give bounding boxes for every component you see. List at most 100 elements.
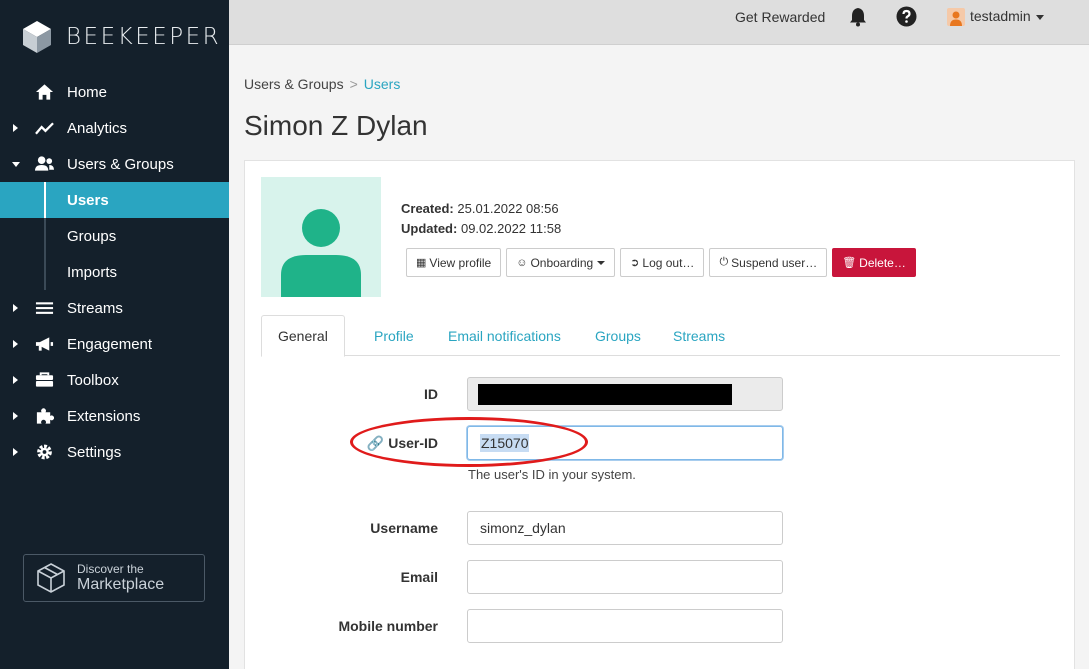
sidebar-item-label: Users & Groups bbox=[67, 155, 174, 173]
sign-out-icon: ➲ bbox=[630, 257, 640, 269]
action-buttons: ▦ View profile ☺ Onboarding ➲ Log out… ⏻ Sus… bbox=[406, 248, 916, 277]
sidebar-item-label: Settings bbox=[67, 443, 122, 461]
tab-groups[interactable]: Groups bbox=[579, 315, 657, 356]
breadcrumb-current[interactable]: Users bbox=[364, 76, 401, 92]
get-rewarded-link[interactable]: Get Rewarded bbox=[735, 9, 825, 25]
sidebar-item-extensions[interactable]: Extensions bbox=[0, 398, 229, 434]
power-icon: ⏻ bbox=[719, 256, 729, 268]
sidebar-item-engagement[interactable]: Engagement bbox=[0, 326, 229, 362]
marketplace-caption: Discover the bbox=[77, 562, 144, 576]
userid-help-text: The user's ID in your system. bbox=[468, 467, 636, 482]
sidebar: BEEKEEPER Home Analytics Users & Groups … bbox=[0, 0, 229, 669]
sidebar-item-analytics[interactable]: Analytics bbox=[0, 110, 229, 146]
user-avatar-icon bbox=[950, 11, 962, 26]
chevron-down-icon bbox=[12, 162, 20, 167]
marketplace-title: Marketplace bbox=[77, 576, 165, 593]
updated-value: 09.02.2022 11:58 bbox=[460, 221, 562, 236]
created-label: Created: bbox=[401, 201, 454, 216]
chevron-right-icon bbox=[13, 124, 18, 132]
suspend-label: Suspend user… bbox=[731, 255, 818, 270]
profile-avatar bbox=[261, 177, 381, 297]
analytics-icon bbox=[35, 122, 54, 135]
view-profile-label: View profile bbox=[429, 255, 492, 270]
breadcrumb-parent[interactable]: Users & Groups bbox=[244, 76, 344, 92]
updated-label: Updated: bbox=[401, 221, 458, 236]
profile-meta: Created: 25.01.2022 08:56 Updated: 09.02… bbox=[401, 199, 561, 239]
sidebar-item-label: Engagement bbox=[67, 335, 153, 353]
logout-label: Log out… bbox=[642, 255, 695, 270]
email-label: Email bbox=[400, 569, 438, 585]
delete-label: Delete… bbox=[859, 255, 906, 270]
onboarding-button[interactable]: ☺ Onboarding bbox=[506, 248, 616, 277]
sidebar-item-label: Extensions bbox=[67, 407, 141, 425]
user-menu[interactable]: testadmin bbox=[970, 8, 1031, 24]
sidebar-item-imports[interactable]: Imports bbox=[0, 254, 229, 290]
sidebar-item-users-groups[interactable]: Users & Groups bbox=[0, 146, 229, 182]
sidebar-item-label: Analytics bbox=[67, 119, 128, 137]
external-link-icon: ▦ bbox=[416, 257, 427, 269]
created-value: 25.01.2022 08:56 bbox=[457, 201, 559, 216]
sidebar-item-users[interactable]: Users bbox=[0, 182, 229, 218]
tab-streams[interactable]: Streams bbox=[657, 315, 741, 356]
help-icon[interactable] bbox=[896, 6, 917, 27]
sidebar-item-label: Groups bbox=[67, 227, 117, 245]
trash-icon: 🗑 bbox=[842, 257, 857, 269]
users-icon bbox=[35, 156, 54, 171]
sidebar-item-groups[interactable]: Groups bbox=[0, 218, 229, 254]
bell-icon[interactable] bbox=[848, 7, 868, 27]
sidebar-item-home[interactable]: Home bbox=[0, 74, 229, 110]
sidebar-nav: Home Analytics Users & Groups Users Grou… bbox=[0, 74, 229, 470]
chevron-right-icon bbox=[13, 448, 18, 456]
marketplace-button[interactable]: Discover the Marketplace bbox=[23, 554, 205, 602]
puzzle-icon bbox=[36, 408, 54, 424]
chevron-down-icon bbox=[597, 260, 606, 265]
highlight-ellipse bbox=[350, 417, 588, 467]
home-icon bbox=[35, 84, 54, 100]
sidebar-item-settings[interactable]: Settings bbox=[0, 434, 229, 470]
username-label: Username bbox=[370, 520, 438, 536]
beekeeper-logo-icon bbox=[23, 21, 51, 53]
user-avatar[interactable] bbox=[947, 8, 965, 26]
megaphone-icon bbox=[35, 337, 54, 351]
mobile-label: Mobile number bbox=[338, 618, 438, 634]
user-silhouette-icon bbox=[281, 209, 361, 297]
tab-bar: General Profile Email notifications Grou… bbox=[261, 315, 1060, 357]
username-input[interactable] bbox=[467, 511, 783, 545]
chevron-right-icon bbox=[13, 412, 18, 420]
redacted-id-value bbox=[478, 384, 732, 405]
suspend-user-button[interactable]: ⏻ Suspend user… bbox=[709, 248, 828, 277]
onboarding-label: Onboarding bbox=[530, 255, 594, 270]
chevron-right-icon bbox=[13, 340, 18, 348]
sidebar-item-label: Streams bbox=[67, 299, 123, 317]
sidebar-item-toolbox[interactable]: Toolbox bbox=[0, 362, 229, 398]
email-input[interactable] bbox=[467, 560, 783, 594]
chevron-down-icon[interactable] bbox=[1036, 15, 1044, 20]
id-label: ID bbox=[424, 386, 438, 402]
sidebar-item-label: Toolbox bbox=[67, 371, 119, 389]
sidebar-item-label: Home bbox=[67, 83, 108, 101]
breadcrumb-separator: > bbox=[349, 76, 358, 92]
chevron-right-icon bbox=[13, 376, 18, 384]
tab-profile[interactable]: Profile bbox=[358, 315, 430, 356]
breadcrumb: Users & Groups > Users bbox=[244, 76, 400, 92]
tab-general[interactable]: General bbox=[261, 315, 345, 357]
streams-icon bbox=[35, 302, 54, 314]
brand-name: BEEKEEPER bbox=[66, 24, 222, 50]
sidebar-item-streams[interactable]: Streams bbox=[0, 290, 229, 326]
cube-outline-icon bbox=[37, 563, 65, 593]
gear-icon bbox=[37, 444, 52, 460]
chevron-right-icon bbox=[13, 304, 18, 312]
sidebar-item-label: Imports bbox=[67, 263, 118, 281]
tab-email-notifications[interactable]: Email notifications bbox=[432, 315, 577, 356]
delete-button[interactable]: 🗑 Delete… bbox=[832, 248, 916, 277]
page-title: Simon Z Dylan bbox=[244, 110, 428, 141]
view-profile-button[interactable]: ▦ View profile bbox=[406, 248, 502, 277]
smiley-icon: ☺ bbox=[516, 256, 528, 269]
user-card: Created: 25.01.2022 08:56 Updated: 09.02… bbox=[244, 160, 1075, 669]
logout-button[interactable]: ➲ Log out… bbox=[620, 248, 705, 277]
brand-logo[interactable]: BEEKEEPER bbox=[22, 20, 221, 54]
sidebar-item-label: Users bbox=[67, 191, 109, 209]
top-bar: Get Rewarded testadmin bbox=[229, 0, 1089, 45]
toolbox-icon bbox=[35, 372, 54, 387]
mobile-input[interactable] bbox=[467, 609, 783, 643]
